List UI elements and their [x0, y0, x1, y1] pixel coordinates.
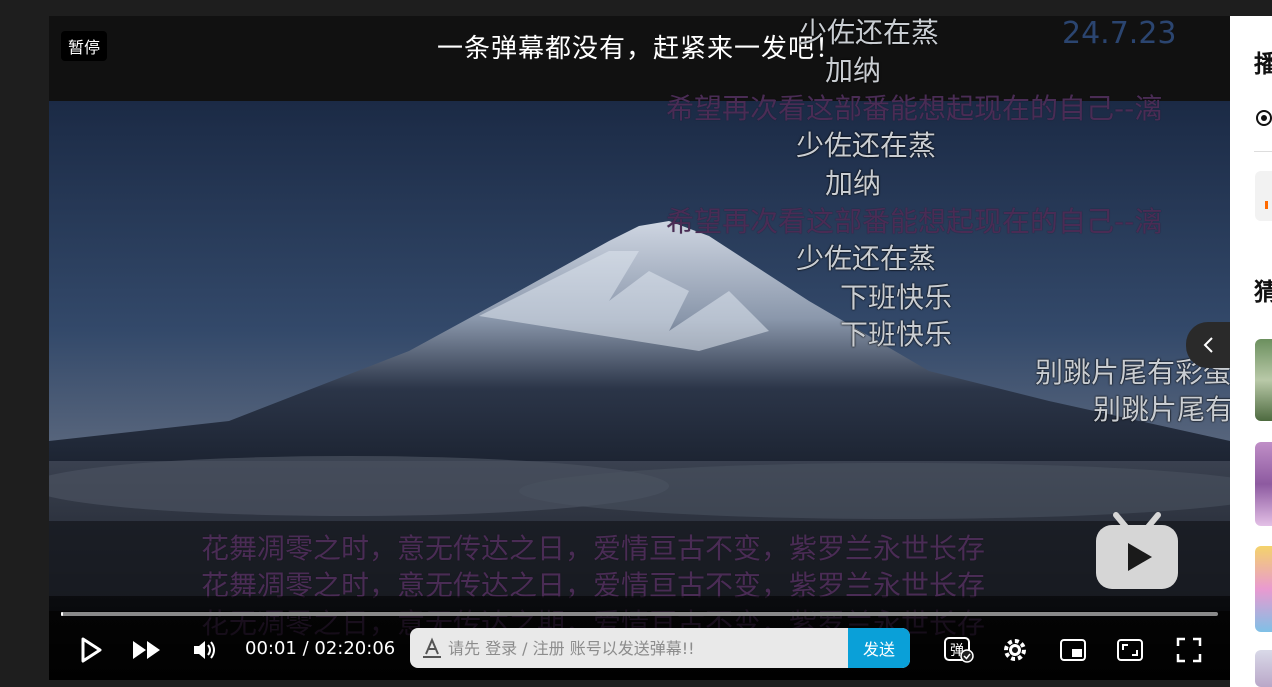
danmaku-toggle-button[interactable]: 弹 — [939, 632, 979, 668]
danmaku-comment: 少佐还在蒸 — [799, 16, 940, 49]
recommend-thumbnail[interactable] — [1255, 650, 1272, 687]
record-icon[interactable] — [1254, 108, 1272, 128]
collapse-sidebar-button[interactable] — [1186, 322, 1230, 368]
sidebar-divider — [1254, 151, 1272, 152]
volume-icon — [194, 641, 215, 659]
widescreen-icon — [1117, 639, 1143, 661]
danmaku-comment: 下班快乐 — [840, 318, 953, 351]
text-style-icon[interactable] — [420, 636, 444, 660]
sidebar-recommend-title: 猜 — [1254, 278, 1272, 306]
danmaku-comment: 希望再次看这部番能想起现在的自己--漓 — [666, 205, 1163, 238]
send-danmaku-button[interactable]: 发送 — [848, 628, 910, 668]
volume-button[interactable] — [185, 632, 225, 668]
danmaku-comment: 花舞凋零之时，意无传达之日，爱情亘古不变，紫罗兰永世长存 — [201, 532, 986, 565]
picture-in-picture-icon — [1060, 639, 1086, 661]
widescreen-button[interactable] — [1110, 632, 1150, 668]
danmaku-comment: 24.7.23 — [1062, 16, 1177, 51]
danmaku-comment: 加纳 — [825, 167, 882, 200]
danmaku-input-box: 发送 — [410, 628, 910, 668]
progress-bar[interactable] — [61, 612, 1218, 616]
sidebar-panel-item[interactable] — [1255, 171, 1272, 221]
fullscreen-button[interactable] — [1169, 632, 1209, 668]
danmaku-comment: 下班快乐 — [840, 281, 953, 314]
recommend-thumbnail[interactable] — [1255, 442, 1272, 526]
recommend-thumbnail[interactable] — [1255, 546, 1272, 632]
settings-button[interactable] — [995, 632, 1035, 668]
right-sidebar: 播 猜 — [1230, 16, 1272, 687]
video-player[interactable]: 暂停 一条弹幕都没有，赶紧来一发吧！ 少佐还在蒸 24.7.23 加纳 希望再次… — [49, 16, 1230, 680]
fast-forward-icon — [133, 641, 160, 659]
fullscreen-icon — [1176, 637, 1202, 663]
danmaku-comment: 加纳 — [825, 54, 882, 87]
gear-icon — [1004, 639, 1026, 661]
danmaku-comment: 希望再次看这部番能想起现在的自己--漓 — [666, 92, 1163, 125]
danmaku-input[interactable] — [448, 628, 848, 668]
sidebar-title: 播 — [1254, 50, 1272, 78]
danmaku-comment: 少佐还在蒸 — [796, 242, 937, 275]
next-button[interactable] — [127, 632, 167, 668]
control-bar: 00:01 / 02:20:06 发送 弹 — [49, 596, 1230, 680]
page: 暂停 一条弹幕都没有，赶紧来一发吧！ 少佐还在蒸 24.7.23 加纳 希望再次… — [0, 0, 1272, 687]
recommend-thumbnail[interactable] — [1255, 339, 1272, 421]
player-top-bar: 暂停 一条弹幕都没有，赶紧来一发吧！ — [49, 16, 1230, 101]
playback-time: 00:01 / 02:20:06 — [245, 638, 396, 659]
no-danmaku-notice: 一条弹幕都没有，赶紧来一发吧！ — [436, 34, 842, 64]
chevron-left-icon — [1203, 337, 1213, 353]
play-button[interactable] — [71, 632, 111, 668]
play-icon — [81, 637, 102, 663]
tv-logo-icon — [1096, 512, 1178, 589]
sound-bar-icon — [1265, 201, 1268, 209]
danmaku-comment: 别跳片尾有 — [1093, 393, 1230, 426]
danmaku-toggle-icon: 弹 — [944, 637, 974, 663]
progress-fill — [61, 612, 64, 616]
picture-in-picture-button[interactable] — [1053, 632, 1093, 668]
danmaku-comment: 少佐还在蒸 — [796, 129, 937, 162]
